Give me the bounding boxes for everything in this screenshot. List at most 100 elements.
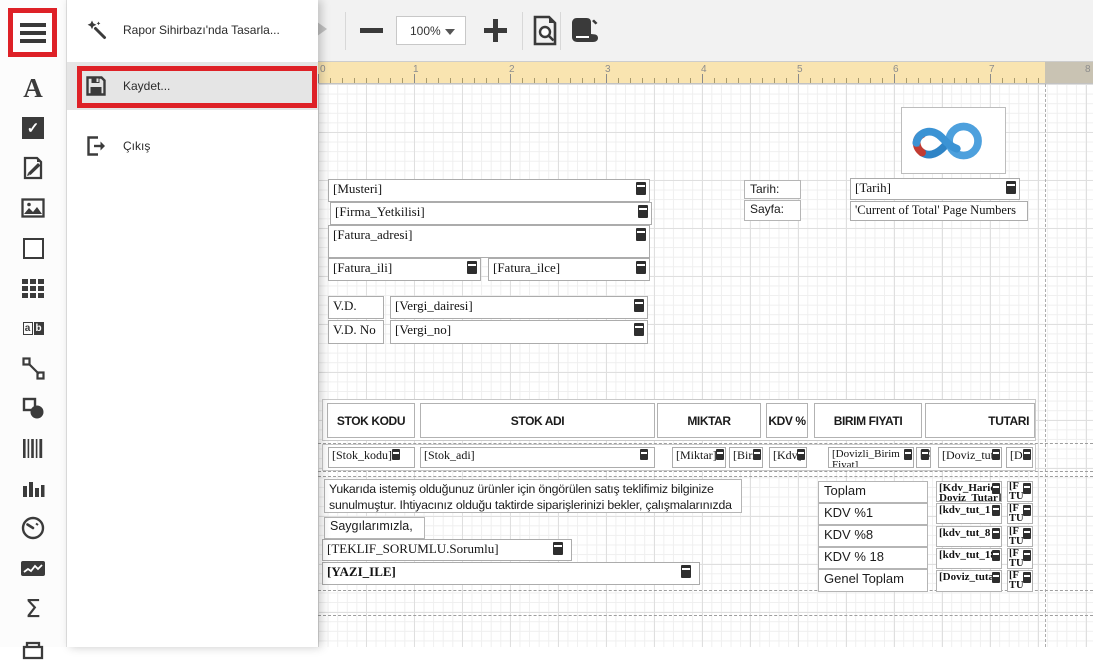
data-field-icon <box>636 228 646 241</box>
tool-line[interactable] <box>13 348 53 388</box>
data-field-icon <box>1023 528 1031 539</box>
clipboard-icon <box>22 640 44 660</box>
tool-text[interactable]: A <box>13 68 53 108</box>
total-value[interactable]: [Doviz_tuta <box>936 570 1002 592</box>
field-fatura-ilce[interactable]: [Fatura_ilce] <box>488 258 650 281</box>
total-value[interactable]: [kdv_tut_1 <box>936 503 1002 524</box>
total-value[interactable]: [Kdv_Hariç Doviz_Tutar] <box>936 481 1002 502</box>
field-fatura-adresi[interactable]: [Fatura_adresi] <box>328 225 650 258</box>
field-tarih[interactable]: [Tarih] <box>850 178 1020 200</box>
ruler-tick-label: 1 <box>413 64 419 75</box>
tool-richtext[interactable] <box>13 148 53 188</box>
tool-sparkline[interactable] <box>13 548 53 588</box>
plus-icon <box>484 19 507 42</box>
label-sayfa[interactable]: Sayfa: <box>744 200 801 221</box>
image-icon <box>21 198 45 218</box>
field-vergi-dairesi[interactable]: [Vergi_dairesi] <box>390 296 648 319</box>
menu-item-label: Rapor Sihirbazı'nda Tasarla... <box>123 23 280 37</box>
field-vergi-no[interactable]: [Vergi_no] <box>390 320 648 344</box>
field-musteri[interactable]: [Musteri] <box>328 179 650 202</box>
ruler-tick-label: 8 <box>1085 64 1091 75</box>
total-label[interactable]: Genel Toplam <box>818 569 928 592</box>
field-fatura-ili[interactable]: [Fatura_ili] <box>328 258 481 281</box>
data-field-icon <box>392 449 400 460</box>
col-stok-kodu[interactable]: STOK KODU <box>327 403 415 438</box>
cell-birim[interactable]: [Biri <box>729 447 763 468</box>
col-miktar[interactable]: MIKTAR <box>657 403 761 438</box>
total-unit[interactable]: [F TU <box>1007 503 1033 524</box>
data-field-icon <box>1023 505 1031 516</box>
field-firma-yetkilisi[interactable]: [Firma_Yetkilisi] <box>330 202 652 225</box>
zoom-level-select[interactable]: 100% <box>396 16 466 45</box>
label-vd-no[interactable]: V.D. No <box>328 320 384 344</box>
tool-rectangle[interactable] <box>13 228 53 268</box>
checkbox-icon: ✓ <box>22 117 44 139</box>
label-vd[interactable]: V.D. <box>328 296 384 319</box>
tool-shape[interactable] <box>13 388 53 428</box>
data-field-icon <box>681 565 691 578</box>
col-stok-adi[interactable]: STOK ADI <box>420 403 655 438</box>
cell-d2[interactable]: [D <box>1006 447 1033 468</box>
footer-message[interactable]: Yukarıda istemiş olduğunuz ürünler için … <box>324 479 742 513</box>
footer-regards[interactable]: Saygılarımızla, <box>324 517 425 539</box>
cell-doviz-tutar[interactable]: [Doviz_tuta <box>938 447 1002 468</box>
label-tarih[interactable]: Tarih: <box>744 180 801 199</box>
data-field-icon <box>638 205 648 218</box>
total-label[interactable]: KDV %1 <box>818 503 928 525</box>
total-value[interactable]: [kdv_tut_8 <box>936 526 1002 547</box>
field-yazi-ile[interactable]: [YAZI_ILE] <box>322 562 700 585</box>
barcode-icon <box>21 438 45 459</box>
zoom-in-button[interactable] <box>474 8 516 52</box>
tool-barcode[interactable] <box>13 428 53 468</box>
total-value[interactable]: [kdv_tut_18 <box>936 548 1002 569</box>
logo-image[interactable] <box>901 107 1006 174</box>
preview-button[interactable] <box>526 8 564 52</box>
script-button[interactable] <box>564 8 606 52</box>
data-field-icon <box>992 528 1000 539</box>
menu-item-report-wizard[interactable]: Rapor Sihirbazı'nda Tasarla... <box>67 6 318 54</box>
col-birim-fiyati[interactable]: BIRIM FIYATI <box>814 403 922 438</box>
tool-checkbox[interactable]: ✓ <box>13 108 53 148</box>
cell-dovizli-birim-fiyat[interactable]: [Dovizli_Birim Fiyat] <box>828 447 914 468</box>
menu-item-exit[interactable]: Çıkış <box>67 122 318 170</box>
tool-text-in-cells[interactable]: ab <box>13 308 53 348</box>
col-tutari[interactable]: TUTARI <box>925 403 1035 438</box>
tool-image[interactable] <box>13 188 53 228</box>
richtext-icon <box>22 156 44 180</box>
col-kdv[interactable]: KDV % <box>766 403 808 438</box>
hamburger-menu-button[interactable] <box>13 13 52 52</box>
toolbar-divider <box>345 12 346 50</box>
total-label[interactable]: KDV % 18 <box>818 547 928 569</box>
text-tool-icon: A <box>23 73 43 104</box>
field-page-numbers[interactable]: 'Current of Total' Page Numbers <box>850 201 1028 221</box>
total-unit[interactable]: [F TU <box>1007 526 1033 547</box>
cell-stok-adi[interactable]: [Stok_adi] <box>420 447 655 468</box>
cell-stok-kodu[interactable]: [Stok_kodu] <box>328 447 415 468</box>
total-unit[interactable]: [F TU <box>1007 570 1033 592</box>
cell-kdv[interactable]: [Kdv] <box>769 447 807 468</box>
tool-gauge[interactable] <box>13 508 53 548</box>
total-unit[interactable]: [F TU <box>1007 548 1033 569</box>
page-magnifier-icon <box>532 15 559 46</box>
tool-table[interactable] <box>13 268 53 308</box>
total-unit[interactable]: [F TU <box>1007 481 1033 502</box>
data-field-icon <box>797 449 805 460</box>
tool-chart[interactable] <box>13 468 53 508</box>
cell-miktar[interactable]: [Miktar] <box>672 447 726 468</box>
line-icon <box>22 357 45 380</box>
data-field-icon <box>467 261 477 274</box>
total-label[interactable]: Toplam <box>818 481 928 503</box>
field-teklif-sorumlu[interactable]: [TEKLIF_SORUMLU.Sorumlu] <box>322 539 572 561</box>
sparkline-icon <box>21 561 45 576</box>
tool-sum[interactable]: Σ <box>13 588 53 628</box>
data-field-icon <box>992 505 1000 516</box>
ruler-tick-label: 4 <box>701 64 707 75</box>
tool-clone[interactable] <box>13 630 53 670</box>
band-separator <box>318 615 1093 616</box>
zoom-out-button[interactable] <box>352 8 390 52</box>
cell-d1[interactable]: [D <box>916 447 931 468</box>
infinity-logo-icon <box>908 114 996 168</box>
total-label[interactable]: KDV %8 <box>818 525 928 547</box>
magic-wand-icon <box>85 19 107 41</box>
minus-icon <box>360 28 383 33</box>
